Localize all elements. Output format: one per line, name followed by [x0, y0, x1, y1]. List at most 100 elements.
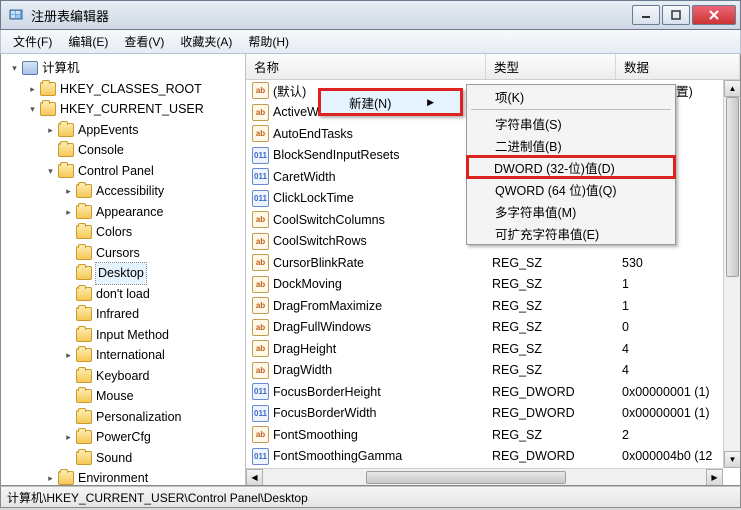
cell-type: REG_SZ — [486, 363, 616, 377]
cell-name: abDragFromMaximize — [246, 297, 486, 314]
context-item-binary[interactable]: 二进制值(B) — [467, 134, 675, 156]
context-item-qword[interactable]: QWORD (64 位)值(Q) — [467, 178, 675, 200]
tree-node[interactable]: Mouse — [7, 386, 245, 407]
value-name: FontSmoothing — [273, 428, 358, 442]
cell-data: 1 — [616, 277, 740, 291]
expand-icon[interactable]: ▸ — [45, 473, 56, 484]
tree-node[interactable]: ▸PowerCfg — [7, 427, 245, 448]
list-row[interactable]: 011FontSmoothingGammaREG_DWORD0x000004b0… — [246, 446, 740, 468]
list-row[interactable]: abDockMovingREG_SZ1 — [246, 274, 740, 296]
cell-type: REG_SZ — [486, 428, 616, 442]
context-item-new[interactable]: 新建(N) ▶ — [321, 91, 460, 113]
tree-node[interactable]: ▸Appearance — [7, 202, 245, 223]
scroll-down-arrow-icon[interactable]: ▼ — [724, 451, 740, 468]
status-bar: 计算机\HKEY_CURRENT_USER\Control Panel\Desk… — [0, 486, 741, 508]
menu-file[interactable]: 文件(F) — [5, 31, 60, 52]
string-value-icon: ab — [252, 362, 269, 379]
menu-view[interactable]: 查看(V) — [116, 31, 172, 52]
cell-name: 011FontSmoothingGamma — [246, 448, 486, 465]
tree-node[interactable]: Sound — [7, 448, 245, 469]
list-row[interactable]: 011FocusBorderWidthREG_DWORD0x00000001 (… — [246, 403, 740, 425]
expand-icon[interactable]: ▸ — [45, 124, 56, 135]
list-row[interactable]: abDragHeightREG_SZ4 — [246, 338, 740, 360]
tree-node-label: HKEY_CURRENT_USER — [60, 99, 204, 120]
expand-icon[interactable]: ▸ — [63, 432, 74, 443]
folder-icon — [76, 225, 92, 239]
binary-value-icon: 011 — [252, 147, 269, 164]
context-item-expandstring[interactable]: 可扩充字符串值(E) — [467, 222, 675, 244]
list-row[interactable]: abCursorBlinkRateREG_SZ530 — [246, 252, 740, 274]
scroll-up-arrow-icon[interactable]: ▲ — [724, 80, 740, 97]
cell-name: 011CaretWidth — [246, 168, 486, 185]
tree-node[interactable]: ▸International — [7, 345, 245, 366]
column-header-name[interactable]: 名称 — [246, 54, 486, 79]
cell-name: abAutoEndTasks — [246, 125, 486, 142]
folder-icon — [76, 287, 92, 301]
tree-node[interactable]: ▸AppEvents — [7, 120, 245, 141]
maximize-button[interactable] — [662, 5, 690, 25]
collapse-icon[interactable]: ▾ — [27, 104, 38, 115]
context-item-label: 多字符串值(M) — [495, 202, 576, 221]
context-menu-new: 新建(N) ▶ — [318, 88, 463, 116]
cell-name: 011FocusBorderHeight — [246, 383, 486, 400]
value-name: CaretWidth — [273, 170, 336, 184]
scroll-thumb[interactable] — [726, 97, 739, 277]
menu-edit[interactable]: 编辑(E) — [60, 31, 116, 52]
list-row[interactable]: abDragWidthREG_SZ4 — [246, 360, 740, 382]
expand-icon[interactable]: ▸ — [63, 186, 74, 197]
folder-icon — [76, 451, 92, 465]
context-item-dword[interactable]: DWORD (32-位)值(D) — [466, 155, 676, 179]
tree-node[interactable]: ▸HKEY_CLASSES_ROOT — [7, 79, 245, 100]
value-name: BlockSendInputResets — [273, 148, 399, 162]
menu-favorites[interactable]: 收藏夹(A) — [172, 31, 240, 52]
column-header-data[interactable]: 数据 — [616, 54, 740, 79]
tree-node[interactable]: Input Method — [7, 325, 245, 346]
column-header-type[interactable]: 类型 — [486, 54, 616, 79]
close-button[interactable] — [692, 5, 736, 25]
context-item-string[interactable]: 字符串值(S) — [467, 112, 675, 134]
cell-name: abCursorBlinkRate — [246, 254, 486, 271]
tree-node[interactable]: Personalization — [7, 407, 245, 428]
horizontal-scrollbar[interactable]: ◀ ▶ — [246, 468, 723, 485]
context-item-key[interactable]: 项(K) — [467, 85, 675, 107]
value-name: DragFromMaximize — [273, 299, 382, 313]
vertical-scrollbar[interactable]: ▲ ▼ — [723, 80, 740, 468]
tree-node[interactable]: Keyboard — [7, 366, 245, 387]
list-row[interactable]: abFontSmoothingREG_SZ2 — [246, 424, 740, 446]
menu-help[interactable]: 帮助(H) — [240, 31, 297, 52]
value-name: DragHeight — [273, 342, 336, 356]
window-title: 注册表编辑器 — [31, 6, 632, 25]
tree-node-label: Console — [78, 140, 124, 161]
cell-name: abDragFullWindows — [246, 319, 486, 336]
expand-icon[interactable]: ▸ — [63, 350, 74, 361]
scroll-right-arrow-icon[interactable]: ▶ — [706, 469, 723, 485]
tree-node[interactable]: ▾Control Panel — [7, 161, 245, 182]
list-row[interactable]: 011FocusBorderHeightREG_DWORD0x00000001 … — [246, 381, 740, 403]
tree-node[interactable]: ▸Environment — [7, 468, 245, 485]
minimize-button[interactable] — [632, 5, 660, 25]
tree-node[interactable]: Cursors — [7, 243, 245, 264]
collapse-icon[interactable]: ▾ — [9, 63, 20, 74]
tree-node-label: Mouse — [96, 386, 134, 407]
registry-tree[interactable]: ▾计算机▸HKEY_CLASSES_ROOT ▾ HKEY_CURRENT_USER… — [1, 54, 245, 485]
expand-icon[interactable]: ▸ — [63, 206, 74, 217]
folder-icon — [76, 348, 92, 362]
collapse-icon[interactable]: ▾ — [45, 165, 56, 176]
tree-node[interactable]: Desktop — [7, 263, 245, 284]
tree-node[interactable]: ▾ HKEY_CURRENT_USER — [7, 99, 245, 120]
list-row[interactable]: abDragFullWindowsREG_SZ0 — [246, 317, 740, 339]
binary-value-icon: 011 — [252, 405, 269, 422]
tree-node[interactable]: Infrared — [7, 304, 245, 325]
tree-node[interactable]: don't load — [7, 284, 245, 305]
tree-node[interactable]: ▸ Accessibility — [7, 181, 245, 202]
tree-node[interactable]: Colors — [7, 222, 245, 243]
expand-icon[interactable]: ▸ — [27, 83, 38, 94]
context-item-multistring[interactable]: 多字符串值(M) — [467, 200, 675, 222]
scroll-thumb[interactable] — [366, 471, 566, 484]
tree-node[interactable]: ▾计算机 — [7, 58, 245, 79]
tree-node[interactable]: Console — [7, 140, 245, 161]
value-name: FocusBorderWidth — [273, 406, 377, 420]
scroll-left-arrow-icon[interactable]: ◀ — [246, 469, 263, 485]
tree-node-label: Accessibility — [96, 181, 164, 202]
list-row[interactable]: abDragFromMaximizeREG_SZ1 — [246, 295, 740, 317]
